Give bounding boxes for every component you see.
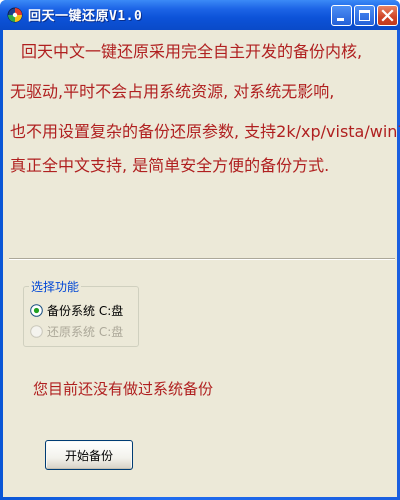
groupbox-label: 选择功能 (29, 278, 82, 295)
close-button[interactable] (377, 5, 398, 26)
description-line-4: 真正全中文支持, 是简单安全方便的备份方式. (10, 156, 330, 175)
minimize-icon (337, 18, 344, 21)
maximize-icon (359, 10, 370, 21)
client-area: 回天中文一键还原采用完全自主开发的备份内核, 无驱动,平时不会占用系统资源, 对… (3, 30, 400, 497)
start-backup-button[interactable]: 开始备份 (45, 440, 133, 470)
radio-restore-system[interactable]: 还原系统 C:盘 (30, 323, 123, 339)
status-message: 您目前还没有做过系统备份 (33, 380, 214, 398)
minimize-button[interactable] (331, 5, 352, 26)
separator-line (9, 258, 395, 260)
app-icon[interactable] (7, 7, 23, 23)
radio-restore-label: 还原系统 C:盘 (47, 324, 124, 339)
title-bar[interactable]: 回天一键还原V1.0 (0, 0, 400, 30)
radio-selected-icon[interactable] (30, 303, 43, 317)
window-title: 回天一键还原V1.0 (28, 9, 143, 24)
description-line-2: 无驱动,平时不会占用系统资源, 对系统无影响, (10, 82, 335, 101)
description-line-3: 也不用设置复杂的备份还原参数, 支持2k/xp/vista/win7 (10, 122, 400, 141)
radio-backup-label: 备份系统 C:盘 (47, 303, 124, 318)
close-icon (381, 9, 394, 22)
radio-backup-system[interactable]: 备份系统 C:盘 (30, 302, 123, 318)
description-line-1: 回天中文一键还原采用完全自主开发的备份内核, (21, 42, 363, 61)
app-window: 回天一键还原V1.0 回天中文一键还原采用完全自主开发的备份内核, 无驱动,平时… (0, 0, 400, 500)
maximize-button[interactable] (354, 5, 375, 26)
radio-disabled-icon[interactable] (30, 324, 43, 338)
